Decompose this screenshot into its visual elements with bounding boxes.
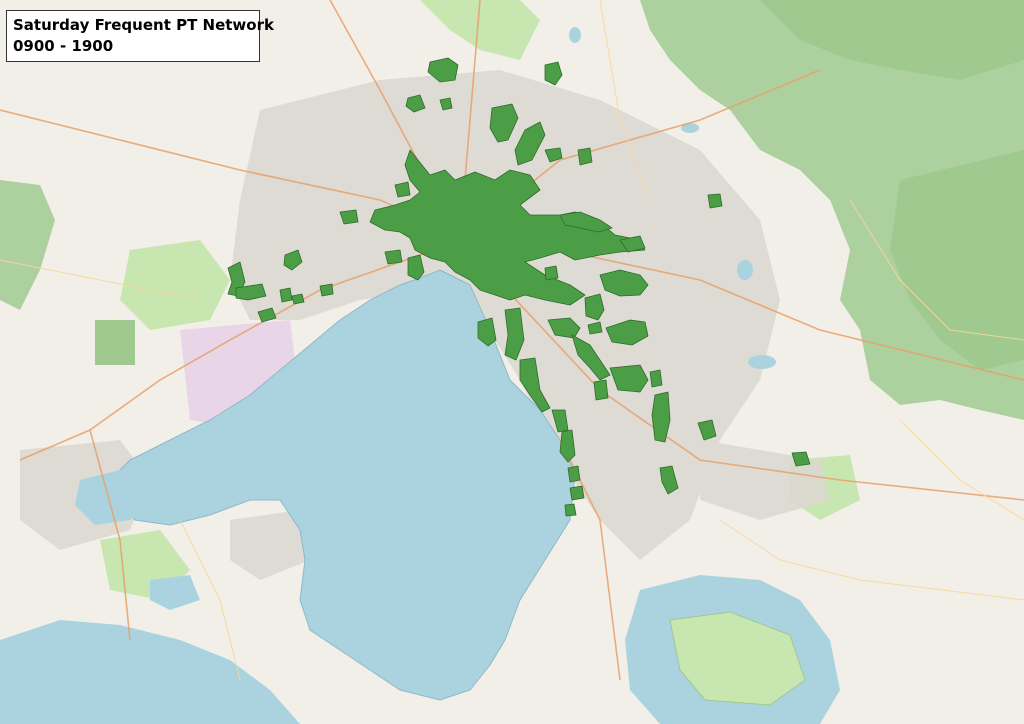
map-title: Saturday Frequent PT Network <box>13 16 274 34</box>
lake <box>569 27 581 43</box>
map-title-box: Saturday Frequent PT Network 0900 - 1900 <box>6 10 274 62</box>
lake <box>737 260 753 280</box>
map-canvas[interactable]: Saturday Frequent PT Network 0900 - 1900 <box>0 0 1024 724</box>
basemap <box>0 0 1024 724</box>
lake <box>748 355 776 369</box>
map-subtitle: 0900 - 1900 <box>13 37 114 55</box>
